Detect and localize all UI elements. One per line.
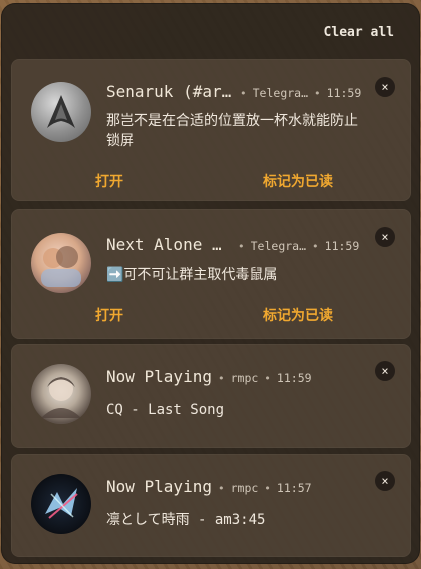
app-name: rmpc <box>230 371 259 385</box>
sender-avatar-icon <box>31 233 91 293</box>
separator: • <box>240 87 247 100</box>
notification-body: 那岂不是在合适的位置放一杯水就能防止锁屏 <box>106 113 358 149</box>
notification-title: Now Playing <box>106 367 212 386</box>
app-name: Telegra… <box>252 86 309 100</box>
notification-card-3[interactable]: Now Playing • rmpc • 11:59 × CQ - Last S… <box>11 344 411 448</box>
notification-actions: 打开 标记为已读 <box>95 171 333 191</box>
close-icon[interactable]: × <box>375 361 395 381</box>
notification-time: 11:59 <box>276 371 312 385</box>
notification-center-panel: Clear all Senaruk (#arc… • Telegra… • 11… <box>1 3 420 564</box>
notification-time: 11:57 <box>276 481 312 495</box>
separator: • <box>217 372 225 385</box>
notification-body: 凛として時雨 - am3:45 <box>106 512 266 528</box>
notification-time: 11:59 <box>324 239 360 253</box>
notification-header: Now Playing • rmpc • 11:57 <box>106 477 363 496</box>
separator: • <box>314 87 321 100</box>
app-name: Telegra… <box>250 239 307 253</box>
notification-title: Senaruk (#arc… <box>106 82 234 101</box>
notification-title: Now Playing <box>106 477 212 496</box>
notification-time: 11:59 <box>326 86 362 100</box>
abstract-album-art-icon <box>45 488 78 519</box>
arch-logo-icon <box>47 95 75 128</box>
notification-header: Next Alone 👻… • Telegra… • 11:59 <box>106 235 363 254</box>
mark-as-read-button[interactable]: 标记为已读 <box>263 171 333 191</box>
notification-header: Now Playing • rmpc • 11:59 <box>106 367 363 386</box>
close-icon[interactable]: × <box>375 77 395 97</box>
notification-card-2[interactable]: Next Alone 👻… • Telegra… • 11:59 × ➡️可不可… <box>11 209 411 339</box>
separator: • <box>264 482 271 495</box>
app-name: rmpc <box>230 481 259 495</box>
portrait-album-art-icon <box>41 377 81 418</box>
album-art-icon <box>31 364 91 424</box>
open-button[interactable]: 打开 <box>95 171 123 191</box>
separator: • <box>312 240 319 253</box>
mark-as-read-button[interactable]: 标记为已读 <box>263 305 333 325</box>
notification-card-4[interactable]: Now Playing • rmpc • 11:57 × 凛として時雨 - am… <box>11 454 411 557</box>
album-art-icon <box>31 474 91 534</box>
notification-actions: 打开 标记为已读 <box>95 305 333 325</box>
notification-header: Senaruk (#arc… • Telegra… • 11:59 <box>106 82 363 101</box>
clear-all-button[interactable]: Clear all <box>324 25 394 40</box>
separator: • <box>264 372 271 385</box>
close-icon[interactable]: × <box>375 471 395 491</box>
notification-title: Next Alone 👻… <box>106 235 232 254</box>
separator: • <box>238 240 245 253</box>
open-button[interactable]: 打开 <box>95 305 123 325</box>
separator: • <box>217 482 225 495</box>
sender-avatar-icon <box>31 82 91 142</box>
notification-body: ➡️可不可让群主取代毒鼠属 <box>106 267 278 283</box>
notification-body: CQ - Last Song <box>106 402 225 418</box>
anime-couple-avatar-icon <box>41 246 81 287</box>
close-icon[interactable]: × <box>375 227 395 247</box>
notification-card-1[interactable]: Senaruk (#arc… • Telegra… • 11:59 × 那岂不是… <box>11 59 411 201</box>
